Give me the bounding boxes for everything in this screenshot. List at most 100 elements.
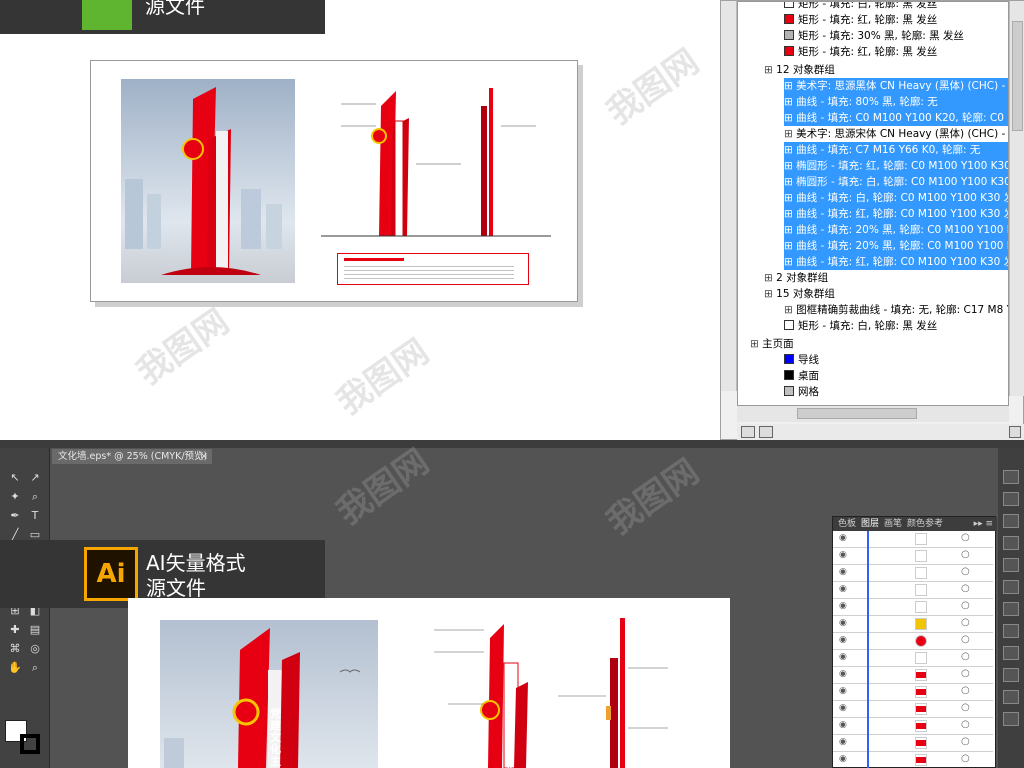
tree-row[interactable]: ⊞ 曲线 - 填充: 20% 黑, 轮廓: C0 M100 Y100 K (784, 222, 1008, 238)
visibility-eye-icon[interactable]: ◉ (839, 618, 847, 628)
tree-row[interactable]: ⊞ 曲线 - 填充: C7 M16 Y66 K0, 轮廓: 无 (784, 142, 1008, 158)
tree-row[interactable]: ⊞ 美术字: 思源宋体 CN Heavy (黑体) (CHC) - 填充 (784, 126, 1008, 142)
artboards-icon[interactable] (1003, 492, 1019, 506)
visibility-eye-icon[interactable]: ◉ (839, 652, 847, 662)
tree-horizontal-scrollbar[interactable] (737, 406, 1009, 422)
tree-row[interactable]: ⊞ 椭圆形 - 填充: 红, 轮廓: C0 M100 Y100 K30 (784, 158, 1008, 174)
pen-tool-icon[interactable]: ✒ (6, 508, 24, 524)
type-tool-icon[interactable]: T (26, 508, 44, 524)
target-circle-icon[interactable]: ○ (961, 668, 970, 679)
tree-row[interactable]: 网格 (784, 384, 1008, 400)
target-circle-icon[interactable]: ○ (961, 685, 970, 696)
pathfinder-icon[interactable] (1003, 712, 1019, 726)
target-circle-icon[interactable]: ○ (961, 566, 970, 577)
selection-tool-icon[interactable]: ↖ (6, 470, 24, 486)
direct-selection-tool-icon[interactable]: ↗ (26, 470, 44, 486)
panel-menu-icon[interactable]: ▸▸ ≡ (974, 517, 993, 531)
layer-row[interactable]: ◉ ○ (833, 735, 993, 752)
layer-row[interactable]: ◉ ○ (833, 582, 993, 599)
tree-row[interactable]: 矩形 - 填充: 白, 轮廓: 黑 发丝 (784, 2, 1008, 12)
align-icon[interactable] (1003, 690, 1019, 704)
tree-row[interactable]: 矩形 - 填充: 红, 轮廓: 黑 发丝 (784, 44, 1008, 60)
visibility-eye-icon[interactable]: ◉ (839, 567, 847, 577)
visibility-eye-icon[interactable]: ◉ (839, 584, 847, 594)
visibility-eye-icon[interactable]: ◉ (839, 686, 847, 696)
layer-row[interactable]: ◉ ○ (833, 548, 993, 565)
tree-row[interactable]: ⊞ 曲线 - 填充: 红, 轮廓: C0 M100 Y100 K30 发 (784, 206, 1008, 222)
tree-row[interactable]: 导线 (784, 352, 1008, 368)
layer-row[interactable]: ◉ ○ (833, 616, 993, 633)
swatches-icon[interactable] (1003, 602, 1019, 616)
visibility-eye-icon[interactable]: ◉ (839, 720, 847, 730)
tree-row[interactable]: ⊞ 曲线 - 填充: 白, 轮廓: C0 M100 Y100 K30 发 (784, 190, 1008, 206)
tree-row[interactable]: 桌面 (784, 368, 1008, 384)
hscroll-thumb[interactable] (797, 408, 917, 419)
slice-tool-icon[interactable]: ◎ (26, 641, 44, 657)
tree-row[interactable]: 矩形 - 填充: 30% 黑, 轮廓: 黑 发丝 (784, 28, 1008, 44)
gradient-icon[interactable] (1003, 624, 1019, 638)
layer-row[interactable]: ◉ ○ (833, 531, 993, 548)
artboard-tool-icon[interactable]: ⌘ (6, 641, 24, 657)
tab-close-icon[interactable]: × (200, 449, 208, 464)
document-tab[interactable]: 文化墙.eps* @ 25% (CMYK/预览) × (52, 449, 212, 464)
layer-row[interactable]: ◉ ○ (833, 599, 993, 616)
lasso-tool-icon[interactable]: ⌕ (26, 489, 44, 505)
layer-row[interactable]: ◉ ○ (833, 565, 993, 582)
appearance-icon[interactable] (1003, 668, 1019, 682)
tree-row[interactable]: ⊞ 2 对象群组 (764, 270, 1008, 286)
tree-row[interactable]: ⊞ 曲线 - 填充: C0 M100 Y100 K20, 轮廓: C0 M (784, 110, 1008, 126)
brushes-icon[interactable] (1003, 580, 1019, 594)
layer-row[interactable]: ◉ ○ (833, 667, 993, 684)
target-circle-icon[interactable]: ○ (961, 736, 970, 747)
new-master-layer-icon[interactable] (759, 426, 773, 438)
tree-row[interactable]: 矩形 - 填充: 红, 轮廓: 黑 发丝 (784, 12, 1008, 28)
symbols-icon[interactable] (1003, 558, 1019, 572)
zoom-tool-icon[interactable]: ⌕ (26, 660, 44, 676)
eyedropper-tool-icon[interactable]: ✚ (6, 622, 24, 638)
target-circle-icon[interactable]: ○ (961, 583, 970, 594)
layer-row[interactable]: ◉ ○ (833, 633, 993, 650)
tree-row[interactable]: ⊞ 15 对象群组 (764, 286, 1008, 302)
visibility-eye-icon[interactable]: ◉ (839, 669, 847, 679)
visibility-eye-icon[interactable]: ◉ (839, 737, 847, 747)
tree-row[interactable]: ⊞ 图框精确剪裁曲线 - 填充: 无, 轮廓: C17 M8 Y (784, 302, 1008, 318)
target-circle-icon[interactable]: ○ (961, 651, 970, 662)
tree-row[interactable]: 矩形 - 填充: 白, 轮廓: 黑 发丝 (784, 318, 1008, 334)
panel-left-scrollbar[interactable] (721, 1, 737, 391)
hand-tool-icon[interactable]: ✋ (6, 660, 24, 676)
stroke-swatch[interactable] (20, 734, 40, 754)
tree-row[interactable]: ⊞ 美术字: 思源黑体 CN Heavy (黑体) (CHC) - 填充 (784, 78, 1008, 94)
tree-row[interactable]: ⊞ 曲线 - 填充: 红, 轮廓: C0 M100 Y100 K30 发 (784, 254, 1008, 270)
visibility-eye-icon[interactable]: ◉ (839, 550, 847, 560)
layer-row[interactable]: ◉ ○ (833, 684, 993, 701)
panel-tab[interactable]: 图层 (861, 519, 879, 529)
panel-tab[interactable]: 色板 (838, 519, 856, 529)
visibility-eye-icon[interactable]: ◉ (839, 635, 847, 645)
scrollbar-thumb[interactable] (1012, 21, 1023, 131)
layer-row[interactable]: ◉ ○ (833, 752, 993, 768)
visibility-eye-icon[interactable]: ◉ (839, 601, 847, 611)
target-circle-icon[interactable]: ○ (961, 634, 970, 645)
visibility-eye-icon[interactable]: ◉ (839, 703, 847, 713)
target-circle-icon[interactable]: ○ (961, 702, 970, 713)
panel-tab[interactable]: 颜色参考 (907, 519, 943, 529)
tree-row[interactable]: ⊞ 椭圆形 - 填充: 白, 轮廓: C0 M100 Y100 K30 (784, 174, 1008, 190)
target-circle-icon[interactable]: ○ (961, 617, 970, 628)
tree-row[interactable]: ⊞ 曲线 - 填充: 80% 黑, 轮廓: 无 (784, 94, 1008, 110)
color-guide-icon[interactable] (1003, 514, 1019, 528)
panel-tab[interactable]: 画笔 (884, 519, 902, 529)
visibility-eye-icon[interactable]: ◉ (839, 754, 847, 764)
layer-row[interactable]: ◉ ○ (833, 701, 993, 718)
target-circle-icon[interactable]: ○ (961, 549, 970, 560)
tree-vertical-scrollbar[interactable] (1009, 1, 1024, 396)
target-circle-icon[interactable]: ○ (961, 753, 970, 764)
new-layer-icon[interactable] (741, 426, 755, 438)
layer-row[interactable]: ◉ ○ (833, 718, 993, 735)
magic-wand-tool-icon[interactable]: ✦ (6, 489, 24, 505)
layers-icon[interactable] (1003, 536, 1019, 550)
graph-tool-icon[interactable]: ▤ (26, 622, 44, 638)
navigator-icon[interactable] (1003, 470, 1019, 484)
transparency-icon[interactable] (1003, 646, 1019, 660)
target-circle-icon[interactable]: ○ (961, 719, 970, 730)
target-circle-icon[interactable]: ○ (961, 600, 970, 611)
